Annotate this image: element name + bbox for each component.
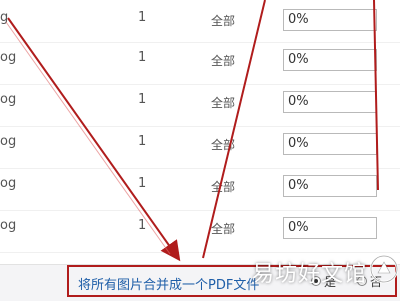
annotation-overlay (5, 0, 379, 262)
annotation-arrow (7, 17, 181, 262)
annotation-line (202, 0, 266, 259)
annotation-arrow-shadow (5, 21, 171, 255)
watermark-text: 易坊好文馆 (252, 262, 368, 287)
annotation-line-right (373, 0, 379, 191)
watermark-logo-icon (369, 254, 399, 284)
